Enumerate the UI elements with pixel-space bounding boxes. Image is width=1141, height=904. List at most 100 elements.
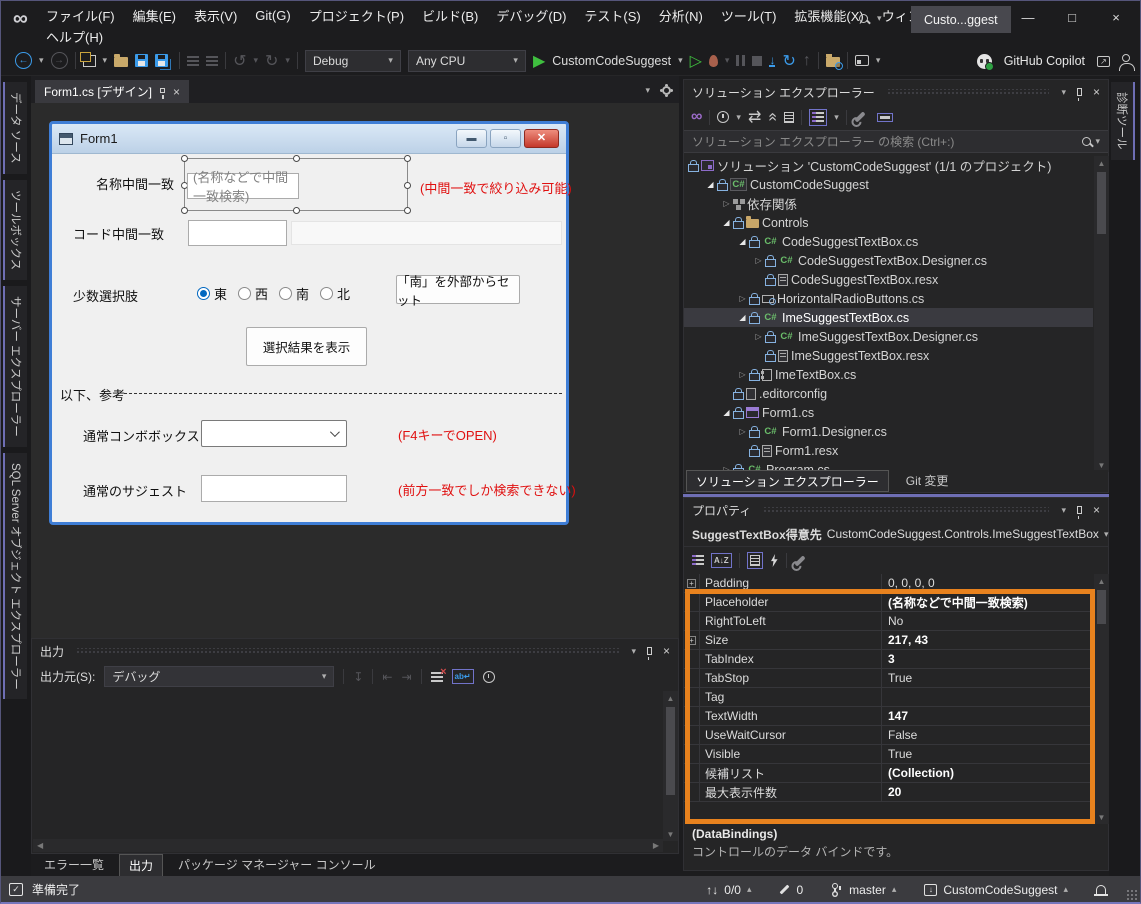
tree-item[interactable]: ▷ HorizontalRadioButtons.cs <box>684 289 1093 308</box>
normal-suggest-textbox[interactable] <box>201 475 347 502</box>
scrollbar-thumb[interactable] <box>1097 590 1106 624</box>
menu-item[interactable]: デバッグ(D) <box>487 4 575 27</box>
pin-icon[interactable] <box>1076 506 1082 519</box>
property-row[interactable]: TabStop True <box>684 669 1094 688</box>
panel-menu-icon[interactable]: ▾ <box>1061 505 1066 516</box>
scroll-down-icon[interactable]: ▼ <box>667 827 675 841</box>
back-dropdown-icon[interactable]: ▾ <box>39 55 44 66</box>
scroll-up-icon[interactable]: ▲ <box>1098 574 1106 588</box>
resize-handle[interactable] <box>404 207 411 214</box>
scroll-left-icon[interactable]: ◀ <box>37 839 43 853</box>
output-source-dropdown[interactable]: デバッグ ▾ <box>104 666 335 687</box>
find-in-files-icon[interactable] <box>825 54 843 70</box>
property-row[interactable]: 最大表示件数 20 <box>684 783 1094 802</box>
step-into-icon[interactable]: ↓ <box>769 54 776 67</box>
timestamp-icon[interactable] <box>482 670 495 683</box>
menu-item[interactable]: ファイル(F) <box>37 4 124 27</box>
property-value[interactable] <box>882 688 1094 706</box>
suggest-textbox-name[interactable]: (名称などで中間一致検索) <box>187 170 299 204</box>
tree-item[interactable]: ◢ C# CustomCodeSuggest <box>684 175 1093 194</box>
events-icon[interactable] <box>771 554 778 567</box>
resize-handle[interactable] <box>181 207 188 214</box>
panel-tab[interactable]: 出力 <box>119 854 164 877</box>
show-all-files-dropdown-icon[interactable]: ▾ <box>834 112 839 123</box>
side-tab[interactable]: ツールボックス <box>3 179 27 280</box>
tree-item[interactable]: ImeSuggestTextBox.resx <box>684 346 1093 365</box>
panel-drag-grip[interactable] <box>763 507 1050 513</box>
tree-item[interactable]: ◢ Controls <box>684 213 1093 232</box>
textbox-code-match[interactable] <box>188 220 287 246</box>
pin-icon[interactable] <box>1076 88 1082 101</box>
tree-item[interactable]: ソリューション 'CustomCodeSuggest' (1/1 のプロジェクト… <box>684 156 1093 175</box>
notifications-bell-icon[interactable] <box>1094 885 1108 896</box>
scroll-right-icon[interactable]: ▶ <box>653 839 659 853</box>
pending-changes-filter-icon[interactable] <box>717 111 730 123</box>
pending-edits-button[interactable]: 0 <box>779 883 803 897</box>
property-value[interactable]: (Collection) <box>882 764 1094 782</box>
designed-form[interactable]: Form1 ▬ ▫ ✕ 名称中間一致 (名称などで中間一致検索) (中間一致で絞… <box>49 121 576 525</box>
close-button[interactable]: × <box>1094 1 1138 33</box>
radio-option[interactable]: 西 <box>238 284 268 303</box>
document-list-dropdown-icon[interactable]: ▾ <box>645 85 650 96</box>
panel-menu-icon[interactable]: ▾ <box>1061 87 1066 98</box>
side-tab[interactable]: SQL Server オブジェクト エクスプローラー <box>3 452 27 700</box>
chevron-down-icon[interactable]: ▾ <box>877 13 882 24</box>
pin-icon[interactable] <box>160 87 166 99</box>
start-without-debug-icon[interactable]: ▷ <box>690 51 702 71</box>
sync-with-active-document-icon[interactable]: ⇄ <box>748 107 761 127</box>
sync-commits-button[interactable]: ↑↓ 0/0 ▴ <box>706 883 751 897</box>
expander-icon[interactable]: ▷ <box>736 370 749 379</box>
pin-icon[interactable] <box>646 647 652 660</box>
navigate-back-button[interactable]: ← <box>15 52 32 69</box>
quick-search[interactable]: ▾ <box>859 13 882 24</box>
designer-canvas[interactable]: Form1 ▬ ▫ ✕ 名称中間一致 (名称などで中間一致検索) (中間一致で絞… <box>31 103 679 638</box>
resize-handle[interactable] <box>293 155 300 162</box>
menu-item[interactable]: 編集(E) <box>124 4 185 27</box>
set-south-button[interactable]: 「南」を外部からセット <box>396 275 520 308</box>
property-row[interactable]: Placeholder (名称などで中間一致検索) <box>684 593 1094 612</box>
expander-icon[interactable]: ◢ <box>736 313 749 322</box>
menu-help[interactable]: ヘルプ(H) <box>37 25 112 48</box>
property-value[interactable]: False <box>882 726 1094 744</box>
search-options-icon[interactable]: ▾ <box>1095 136 1100 147</box>
side-tab[interactable]: 診断ツール <box>1111 82 1135 160</box>
panel-menu-icon[interactable]: ▾ <box>631 646 636 657</box>
scrollbar-thumb[interactable] <box>1097 172 1106 234</box>
preview-selected-toggle[interactable] <box>876 112 893 122</box>
expand-icon[interactable]: + <box>687 578 696 588</box>
new-project-button[interactable] <box>79 51 96 67</box>
new-dropdown-icon[interactable]: ▾ <box>103 55 108 66</box>
copilot-label[interactable]: GitHub Copilot <box>1004 54 1085 68</box>
panel-tab[interactable]: パッケージ マネージャー コンソール <box>169 854 385 875</box>
minimize-button[interactable]: — <box>1006 1 1050 33</box>
output-horizontal-scrollbar[interactable]: ◀ ▶ <box>33 839 663 852</box>
tree-item[interactable]: ▷ C# CodeSuggestTextBox.Designer.cs <box>684 251 1093 270</box>
tree-item[interactable]: ▷ 依存関係 <box>684 194 1093 213</box>
selected-object-dropdown[interactable]: SuggestTextBox得意先 CustomCodeSuggest.Cont… <box>684 522 1108 547</box>
tree-item[interactable]: Form1.resx <box>684 441 1093 460</box>
menu-item[interactable]: 分析(N) <box>650 4 712 27</box>
live-preview-icon[interactable] <box>854 55 869 66</box>
show-all-files-toggle[interactable] <box>809 108 828 126</box>
property-row[interactable]: TextWidth 147 <box>684 707 1094 726</box>
expander-icon[interactable]: ▷ <box>752 256 765 265</box>
expander-icon[interactable]: ▷ <box>752 332 765 341</box>
expander-icon[interactable]: ▷ <box>720 199 733 208</box>
expander-icon[interactable]: ▷ <box>736 294 749 303</box>
close-tab-icon[interactable]: × <box>173 86 180 98</box>
expand-icon[interactable]: + <box>687 635 696 645</box>
categorized-icon[interactable] <box>692 555 704 566</box>
radio-option[interactable]: 南 <box>279 284 309 303</box>
output-log[interactable] <box>33 691 663 841</box>
solution-scrollbar[interactable]: ▲ ▼ <box>1094 156 1109 472</box>
property-value[interactable]: (名称などで中間一致検索) <box>882 593 1094 611</box>
tree-item[interactable]: ◢ C# ImeSuggestTextBox.cs <box>684 308 1093 327</box>
expander-icon[interactable]: ◢ <box>704 180 717 189</box>
property-row[interactable]: Tag <box>684 688 1094 707</box>
restart-icon[interactable]: ↻ <box>782 51 795 71</box>
tree-item[interactable]: CodeSuggestTextBox.resx <box>684 270 1093 289</box>
share-icon[interactable]: ↗ <box>1097 55 1110 67</box>
radio-option[interactable]: 東 <box>197 284 227 303</box>
close-icon[interactable]: × <box>663 645 670 657</box>
account-icon[interactable] <box>1119 54 1135 71</box>
